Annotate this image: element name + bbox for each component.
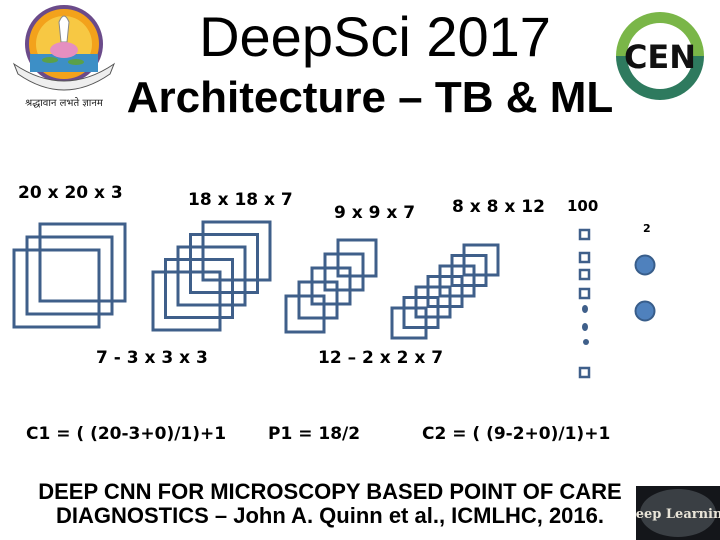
dense-neuron [578,251,591,264]
dense-neuron [578,268,591,281]
feature-map-square [402,296,440,329]
feature-map-square [164,258,234,319]
feature-map-square [323,252,365,292]
ellipsis-dot [582,323,588,331]
feature-map-square [438,264,476,298]
cnn-diagram [12,220,656,379]
deep-learning-wordcloud-icon: Deep Learning [636,486,720,540]
feature-map-square [450,254,488,287]
dense-neuron [578,366,591,379]
feature-map-square [310,266,352,306]
feature-map-square [336,238,378,278]
svg-text:Deep Learning: Deep Learning [636,507,720,522]
feature-map-square [462,243,500,277]
feature-map-square [414,285,452,319]
feature-map-square [426,275,464,308]
feature-map-square [284,294,326,334]
citation-line-1: DEEP CNN FOR MICROSCOPY BASED POINT OF C… [38,479,622,504]
dense-neuron [578,228,591,241]
citation: DEEP CNN FOR MICROSCOPY BASED POINT OF C… [0,480,660,528]
output-neuron [634,300,656,322]
feature-map-square [390,306,428,340]
dense-neuron [578,287,591,300]
ellipsis-dot [583,339,589,345]
feature-map-square [297,280,339,320]
output-neuron [634,254,656,276]
citation-line-2: DIAGNOSTICS – John A. Quinn et al., ICML… [55,503,605,528]
feature-map-square [176,245,247,307]
ellipsis-dot [582,305,588,313]
feature-map-square [189,233,259,294]
